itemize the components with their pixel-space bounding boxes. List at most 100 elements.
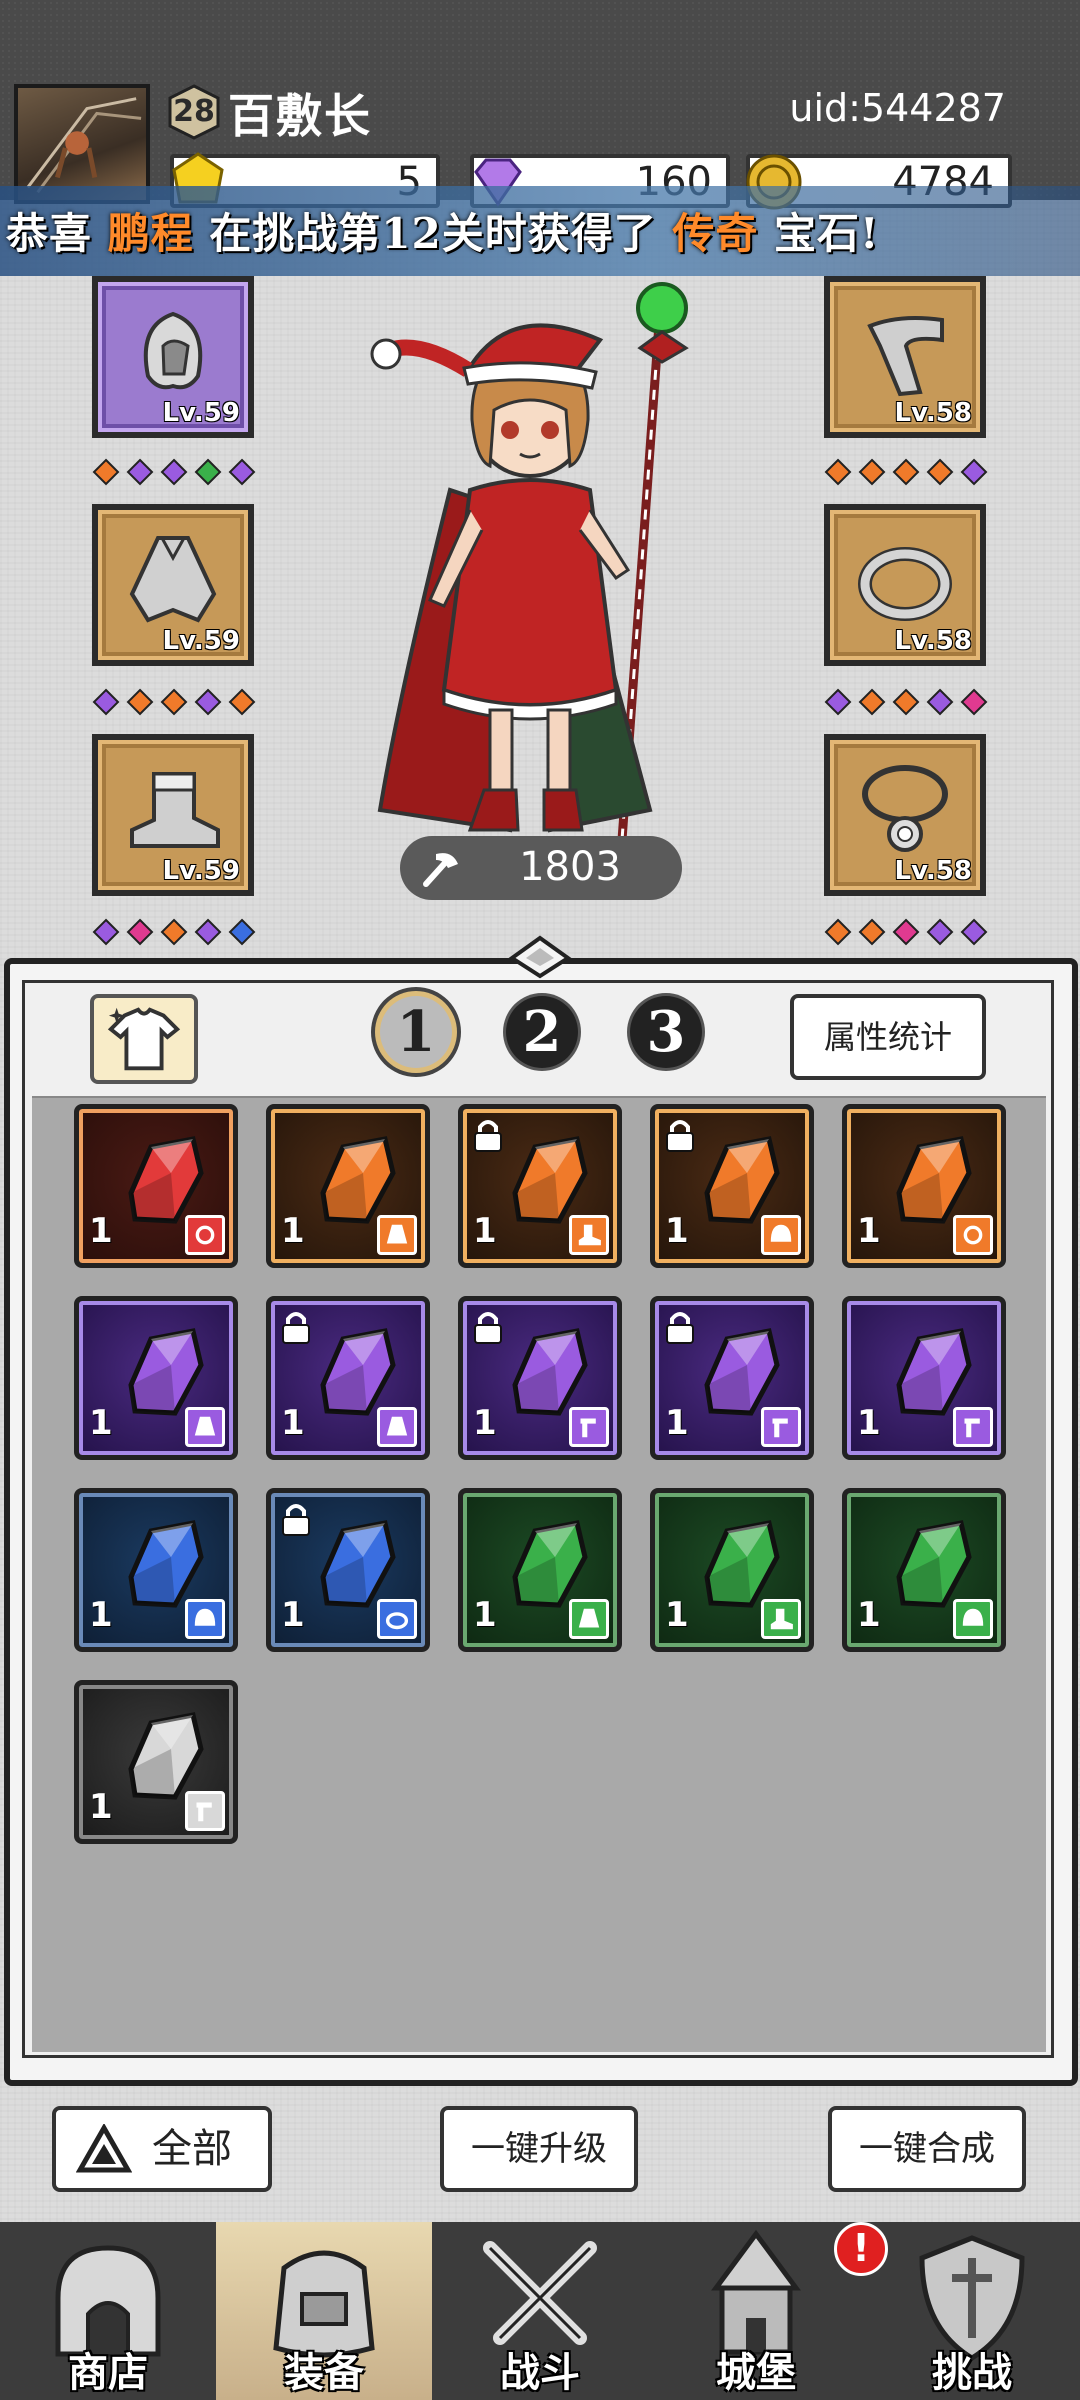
- gem-cell[interactable]: 1: [74, 1488, 238, 1652]
- slot-level: Lv.58: [894, 856, 972, 886]
- gem-slot-type-tag: [953, 1215, 993, 1255]
- purple-socket-gem-icon: [92, 688, 120, 716]
- equip-slot-bracer[interactable]: Lv.58: [824, 276, 986, 438]
- gem-count: 1: [473, 1211, 497, 1251]
- nav-challenge[interactable]: 挑战: [864, 2222, 1080, 2400]
- bag-page-1[interactable]: 1: [380, 996, 452, 1068]
- necklace-slot-icon: [963, 1225, 983, 1245]
- slot-gems-helmet: [92, 458, 256, 488]
- orange-socket-gem-icon: [892, 458, 920, 486]
- purple-socket-gem-icon: [960, 918, 988, 946]
- announcement-rarity: 传奇: [672, 209, 759, 258]
- gem-count: 1: [857, 1403, 881, 1443]
- green-socket-gem-icon: [194, 458, 222, 486]
- gem-slot-type-tag: [377, 1407, 417, 1447]
- gem-count: 1: [665, 1211, 689, 1251]
- gem-count: 1: [89, 1595, 113, 1635]
- orange-socket-gem-icon: [926, 458, 954, 486]
- gem-count: 1: [665, 1595, 689, 1635]
- nav-label: 商店: [68, 2349, 148, 2396]
- slot-gems-bracer: [824, 458, 988, 488]
- orange-socket-gem-icon: [126, 688, 154, 716]
- castle-alert-badge: !: [834, 2222, 888, 2276]
- announcement-prefix: 恭喜: [6, 209, 108, 258]
- nav-castle[interactable]: 城堡: [648, 2222, 864, 2400]
- gem-count: 1: [665, 1403, 689, 1443]
- gem-cell[interactable]: 1: [650, 1488, 814, 1652]
- gem-cell[interactable]: 1: [842, 1104, 1006, 1268]
- equip-slot-ring[interactable]: Lv.58: [824, 504, 986, 666]
- gem-count: 1: [89, 1403, 113, 1443]
- gem-cell[interactable]: 1: [842, 1296, 1006, 1460]
- announcement-text: 恭喜 鹏程 在挑战第12关时获得了 传奇 宝石!: [6, 200, 879, 261]
- helmet-slot-icon: [194, 1608, 216, 1626]
- weapon-slot-icon: [196, 1802, 212, 1822]
- gem-cell[interactable]: 1: [650, 1104, 814, 1268]
- gem-cell[interactable]: 1: [458, 1488, 622, 1652]
- gem-slot-type-tag: [185, 1407, 225, 1447]
- orange-socket-gem-icon: [228, 688, 256, 716]
- panel-ornament-icon: [508, 935, 572, 979]
- gem-cell[interactable]: 1: [266, 1296, 430, 1460]
- purple-socket-gem-icon: [194, 918, 222, 946]
- helmet-slot-icon: [962, 1608, 984, 1626]
- boot-icon: [130, 772, 220, 848]
- orange-socket-gem-icon: [160, 688, 188, 716]
- orange-socket-gem-icon: [892, 688, 920, 716]
- gem-count: 1: [473, 1595, 497, 1635]
- filter-all-button[interactable]: 全部: [52, 2106, 272, 2192]
- nav-label: 装备: [284, 2349, 364, 2396]
- gem-count: 1: [281, 1211, 305, 1251]
- slot-level: Lv.59: [162, 626, 240, 656]
- orange-socket-gem-icon: [858, 688, 886, 716]
- attribute-stats-button[interactable]: 属性统计: [790, 994, 986, 1080]
- equip-slot-boots[interactable]: Lv.59: [92, 734, 254, 896]
- gem-cell[interactable]: 1: [74, 1296, 238, 1460]
- one-click-merge-button[interactable]: 一键合成: [828, 2106, 1026, 2192]
- gem-cell[interactable]: 1: [650, 1296, 814, 1460]
- bag-page-3[interactable]: 3: [630, 996, 702, 1068]
- gem-count: 1: [281, 1595, 305, 1635]
- equip-slot-helmet[interactable]: Lv.59: [92, 276, 254, 438]
- fashion-button[interactable]: [90, 994, 198, 1084]
- gem-cell[interactable]: 1: [266, 1104, 430, 1268]
- slot-level: Lv.59: [162, 856, 240, 886]
- lock-icon: [282, 1504, 310, 1536]
- helmet-icon: [143, 311, 203, 390]
- gem-count: 1: [857, 1211, 881, 1251]
- pink-socket-gem-icon: [126, 918, 154, 946]
- nav-shop[interactable]: 商店: [0, 2222, 216, 2400]
- purple-socket-gem-icon: [160, 458, 188, 486]
- gem-slot-type-tag: [569, 1599, 609, 1639]
- equip-slot-necklace[interactable]: Lv.58: [824, 734, 986, 896]
- purple-socket-gem-icon: [960, 458, 988, 486]
- orange-socket-gem-icon: [160, 918, 188, 946]
- orange-socket-gem-icon: [824, 458, 852, 486]
- purple-socket-gem-icon: [228, 458, 256, 486]
- slot-level: Lv.59: [162, 398, 240, 428]
- gem-slot-type-tag: [377, 1599, 417, 1639]
- cape-slot-icon: [386, 1416, 408, 1436]
- purple-socket-gem-icon: [194, 688, 222, 716]
- purple-socket-gem-icon: [126, 458, 154, 486]
- character-portrait[interactable]: [360, 270, 720, 850]
- nav-battle[interactable]: 战斗: [432, 2222, 648, 2400]
- necklace-slot-icon: [195, 1225, 215, 1245]
- gem-cell[interactable]: 1: [458, 1104, 622, 1268]
- gem-slot-type-tag: [185, 1599, 225, 1639]
- bag-page-2[interactable]: 2: [506, 996, 578, 1068]
- nav-equipment[interactable]: 装备: [216, 2222, 432, 2400]
- gem-cell[interactable]: 1: [266, 1488, 430, 1652]
- boots-slot-icon: [578, 1224, 601, 1246]
- one-click-upgrade-button[interactable]: 一键升级: [440, 2106, 638, 2192]
- gem-cell[interactable]: 1: [842, 1488, 1006, 1652]
- gem-slot-type-tag: [761, 1215, 801, 1255]
- cape-slot-icon: [386, 1224, 408, 1244]
- purple-socket-gem-icon: [824, 688, 852, 716]
- gem-cell[interactable]: 1: [74, 1680, 238, 1844]
- gem-cell[interactable]: 1: [458, 1296, 622, 1460]
- announcement-middle: 在挑战第12关时获得了: [193, 209, 673, 258]
- gem-cell[interactable]: 1: [74, 1104, 238, 1268]
- equip-slot-cape[interactable]: Lv.59: [92, 504, 254, 666]
- ring-icon: [858, 547, 952, 621]
